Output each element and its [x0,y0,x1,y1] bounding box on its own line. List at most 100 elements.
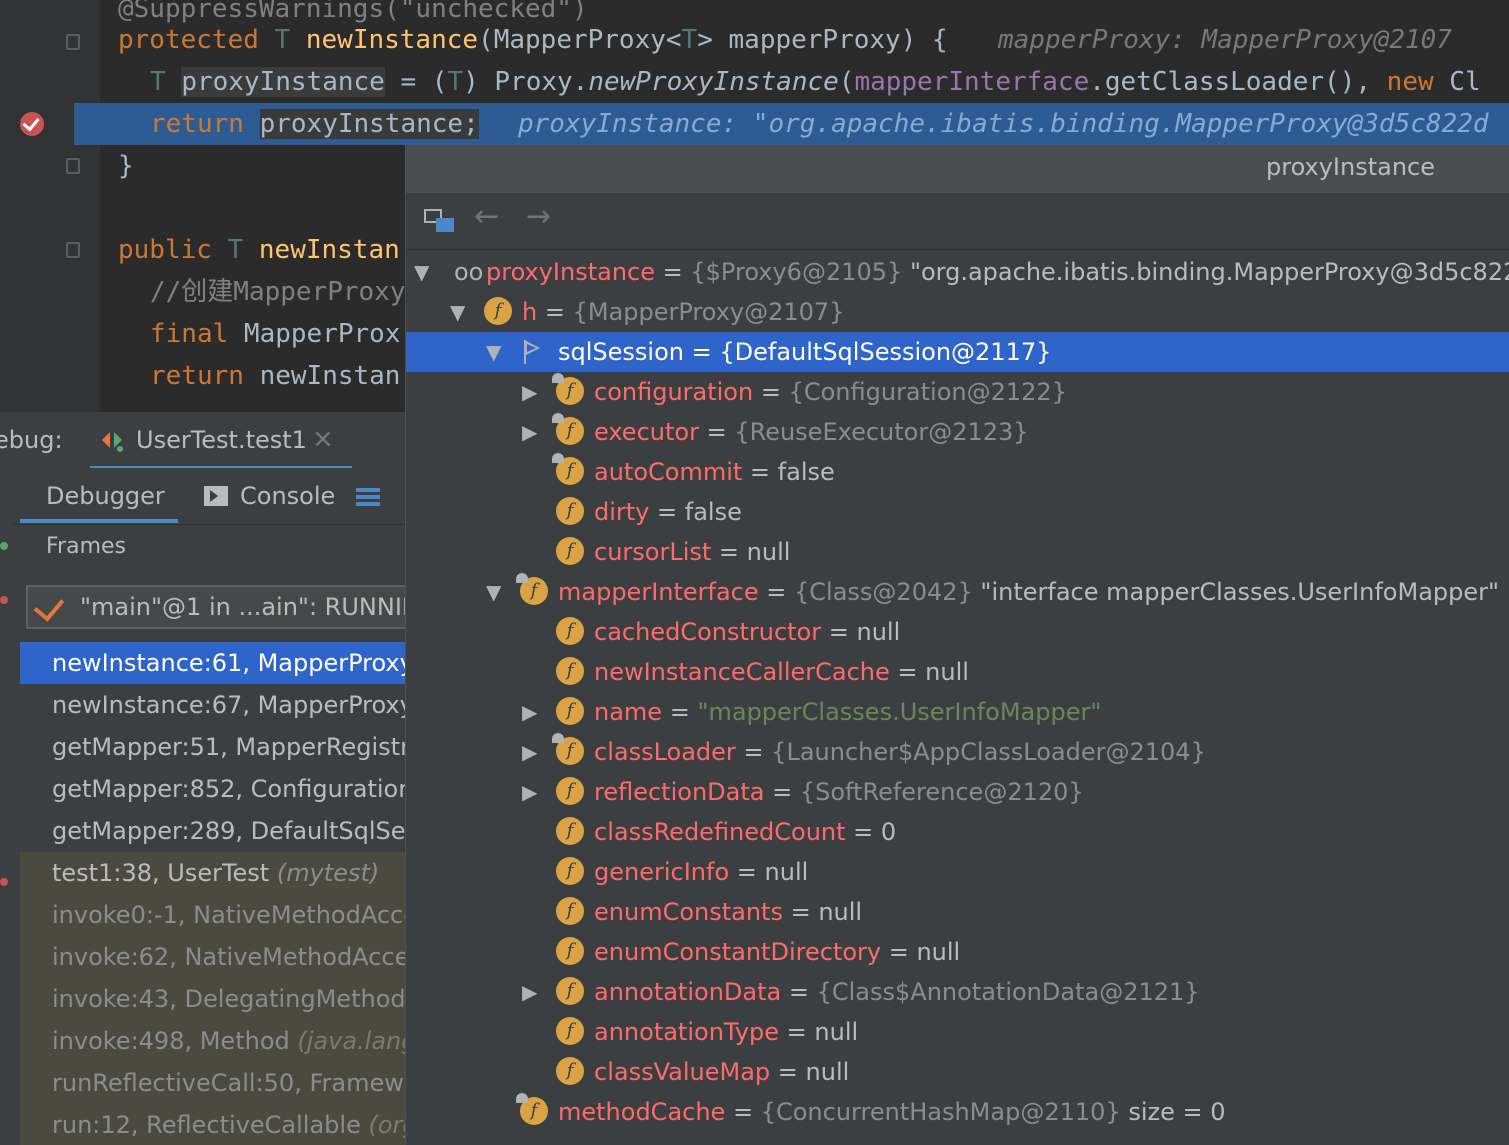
popup-title-bar[interactable]: proxyInstance [406,145,1509,193]
variable-node[interactable]: f enumConstantDirectory = null [406,932,1509,972]
variable-node[interactable]: ▼ f h = {MapperProxy@2107} [406,292,1509,332]
variable-node[interactable]: f cachedConstructor = null [406,612,1509,652]
variable-ref: {SoftReference@2120} [799,778,1084,806]
code-token: proxyInstance [181,67,385,97]
code-token: T [274,25,306,55]
stack-frame[interactable]: invoke0:-1, NativeMethodAcce [20,894,405,936]
stack-frame-package: (java.lang. [297,1027,405,1055]
expand-closed-icon[interactable]: ▶ [522,772,537,812]
expand-open-icon[interactable]: ▼ [486,572,501,612]
tab-console[interactable]: Console [240,482,335,510]
resume-icon[interactable] [0,542,8,550]
code-line: T proxyInstance = (T) Proxy.newProxyInst… [0,61,1509,103]
console-icon [204,486,228,506]
run-config-tab[interactable]: UserTest.test1 × [90,412,352,470]
variable-node[interactable]: f classValueMap = null [406,1052,1509,1092]
stack-frame[interactable]: runReflectiveCall:50, Framewor [20,1062,405,1104]
variable-node[interactable]: ▼ oo proxyInstance = {$Proxy6@2105} "org.a… [406,252,1509,292]
inline-debug-value: mapperProxy: MapperProxy@2107 [998,25,1452,55]
variable-ref: {$Proxy6@2105} [690,258,903,286]
expand-closed-icon[interactable]: ▶ [522,412,537,452]
variable-ref: {Launcher$AppClassLoader@2104} [771,738,1206,766]
variable-node[interactable]: f methodCache = {ConcurrentHashMap@2110} … [406,1092,1509,1132]
close-icon[interactable]: × [312,424,334,454]
variable-value: "org.apache.ibatis.binding.MapperProxy@3… [909,258,1509,286]
variable-node[interactable]: f classRedefinedCount = 0 [406,812,1509,852]
field-icon: f [556,857,584,885]
variable-text: reflectionData = {SoftReference@2120} [594,772,1084,812]
variable-text: methodCache = {ConcurrentHashMap@2110} s… [558,1092,1225,1132]
variable-value: false [777,458,835,486]
variable-node[interactable]: f annotationType = null [406,1012,1509,1052]
variable-text: enumConstantDirectory = null [594,932,960,972]
expand-open-icon[interactable]: ▼ [450,292,465,332]
variable-text: annotationData = {Class$AnnotationData@2… [594,972,1200,1012]
variable-node[interactable]: f autoCommit = false [406,452,1509,492]
stack-frame[interactable]: newInstance:61, MapperProxyF [20,642,405,684]
variable-node[interactable]: ▶ f reflectionData = {SoftReference@2120} [406,772,1509,812]
stack-frame-label: run:12, ReflectiveCallable [52,1111,369,1139]
thread-selector[interactable]: "main"@1 in ...ain": RUNNIN [26,585,405,629]
expand-open-icon[interactable]: ▼ [486,332,501,372]
variable-node[interactable]: ▶ f executor = {ReuseExecutor@2123} [406,412,1509,452]
code-token: (MapperProxy< [478,25,682,55]
expand-closed-icon[interactable]: ▶ [522,732,537,772]
expand-closed-icon[interactable]: ▶ [522,972,537,1012]
popup-toolbar: ← → [406,193,1509,250]
separator [1499,578,1507,606]
variable-node[interactable]: ▶ f annotationData = {Class$AnnotationData… [406,972,1509,1012]
variable-node[interactable]: f newInstanceCallerCache = null [406,652,1509,692]
stack-frame[interactable]: run:12, ReflectiveCallable (org.j [20,1104,405,1145]
equals-sign: = [725,1098,761,1126]
code-token: final [150,319,244,349]
variable-node[interactable]: ▶ f name = "mapperClasses.UserInfoMapper" [406,692,1509,732]
variable-ref: {ConcurrentHashMap@2110} [760,1098,1121,1126]
expand-open-icon[interactable]: ▼ [414,252,429,292]
stack-frame-label: newInstance:61, MapperProxyF [52,649,405,677]
stop-icon[interactable] [0,596,8,604]
variable-name: mapperInterface [558,578,759,606]
variable-name: cursorList [594,538,712,566]
stack-frame[interactable]: invoke:43, DelegatingMethodA [20,978,405,1020]
expand-closed-icon[interactable]: ▶ [522,372,537,412]
open-in-window-icon[interactable] [424,209,454,233]
forward-arrow-icon[interactable]: → [526,199,551,234]
stack-frame[interactable]: getMapper:51, MapperRegistry [20,726,405,768]
variable-name: methodCache [558,1098,726,1126]
debug-subtabs: Debugger Console [0,468,405,525]
tab-debugger[interactable]: Debugger [46,482,165,510]
stack-frame[interactable]: newInstance:67, MapperProxyF [20,684,405,726]
variable-value: null [814,1018,859,1046]
variable-value: "interface mapperClasses.UserInfoMapper" [980,578,1500,606]
variable-node[interactable]: f dirty = false [406,492,1509,532]
code-token: newInstan [259,361,401,391]
breakpoints-icon[interactable] [0,878,8,886]
variable-node[interactable]: f enumConstants = null [406,892,1509,932]
stack-frame[interactable]: invoke:498, Method (java.lang. [20,1020,405,1062]
check-icon [33,590,65,622]
equals-sign: = [711,538,747,566]
variable-node[interactable]: ▶ f configuration = {Configuration@2122} [406,372,1509,412]
back-arrow-icon[interactable]: ← [474,199,499,234]
stack-frame[interactable]: getMapper:289, DefaultSqlSess [20,810,405,852]
stack-frame[interactable]: test1:38, UserTest (mytest) [20,852,405,894]
variable-text: autoCommit = false [594,452,835,492]
variable-name: annotationData [594,978,782,1006]
expand-closed-icon[interactable]: ▶ [522,692,537,732]
separator [902,258,910,286]
variable-ref: {MapperProxy@2107} [572,298,845,326]
variable-node[interactable]: ▶ f classLoader = {Launcher$AppClassLoader… [406,732,1509,772]
code-token: new [1386,67,1450,97]
variable-text: mapperInterface = {Class@2042} "interfac… [558,572,1509,612]
variable-node[interactable]: f cursorList = null [406,532,1509,572]
layout-menu-icon[interactable] [356,488,380,506]
field-icon: f [556,937,584,965]
stack-frame[interactable]: getMapper:852, Configuration [20,768,405,810]
stack-frame[interactable]: invoke:62, NativeMethodAcces [20,936,405,978]
variable-text: genericInfo = null [594,852,808,892]
popup-title: proxyInstance [1266,153,1436,181]
equals-sign: = [729,858,765,886]
variable-node[interactable]: ▼ sqlSession = {DefaultSqlSession@2117} [406,332,1509,372]
variable-node[interactable]: ▼ f mapperInterface = {Class@2042} "interf… [406,572,1509,612]
variable-node[interactable]: f genericInfo = null [406,852,1509,892]
